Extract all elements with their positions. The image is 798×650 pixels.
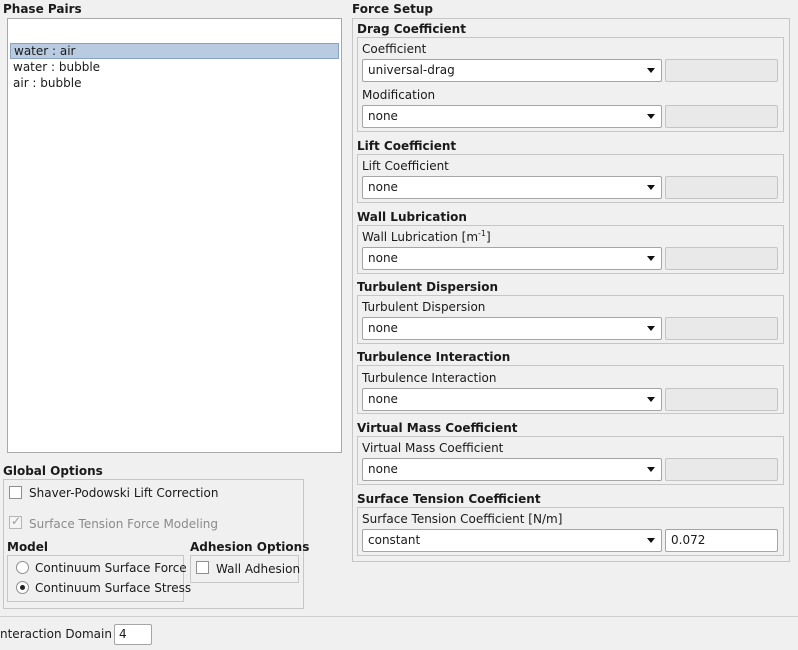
adhesion-options-title: Adhesion Options <box>190 540 310 554</box>
surface-tension-coefficient-title: Surface Tension Coefficient <box>357 492 541 506</box>
modification-value-box <box>665 105 778 128</box>
chevron-down-icon <box>647 185 655 190</box>
surface-tension-modeling-label: Surface Tension Force Modeling <box>29 517 219 531</box>
drag-coefficient-title: Drag Coefficient <box>357 22 466 36</box>
bottom-separator <box>0 616 798 617</box>
drag-coefficient-label: Coefficient <box>362 42 427 56</box>
list-item-water-air[interactable]: water : air <box>10 43 339 59</box>
global-options-title: Global Options <box>3 464 103 478</box>
turbulence-interaction-value: none <box>368 392 398 406</box>
wall-adhesion-checkbox[interactable] <box>196 561 209 574</box>
list-item-air-bubble[interactable]: air : bubble <box>10 75 339 91</box>
virtual-mass-value: none <box>368 462 398 476</box>
model-title: Model <box>7 540 49 554</box>
turbulence-interaction-title: Turbulence Interaction <box>357 350 511 364</box>
turbulence-interaction-dropdown[interactable]: none <box>362 388 662 411</box>
shaver-podowski-label: Shaver-Podowski Lift Correction <box>29 486 219 500</box>
surface-tension-coefficient-label: Surface Tension Coefficient [N/m] <box>362 512 563 526</box>
virtual-mass-label: Virtual Mass Coefficient <box>362 441 504 455</box>
turbulence-interaction-value-box <box>665 388 778 411</box>
radio-continuum-surface-force[interactable] <box>16 561 29 574</box>
wall-adhesion-label: Wall Adhesion <box>216 562 301 576</box>
wall-lubrication-value: none <box>368 251 398 265</box>
turbulent-dispersion-label: Turbulent Dispersion <box>362 300 486 314</box>
interaction-domain-input[interactable]: 4 <box>114 624 152 645</box>
drag-coefficient-value: universal-drag <box>368 63 455 77</box>
surface-tension-modeling-checkbox[interactable]: ✓ <box>9 514 22 529</box>
wall-lubrication-label: Wall Lubrication [m-1] <box>362 229 491 244</box>
chevron-down-icon <box>647 397 655 402</box>
surface-tension-coefficient-dropdown[interactable]: constant <box>362 529 662 552</box>
lift-coefficient-label: Lift Coefficient <box>362 159 449 173</box>
lift-coefficient-dropdown[interactable]: none <box>362 176 662 199</box>
turbulent-dispersion-title: Turbulent Dispersion <box>357 280 499 294</box>
lift-coefficient-value: none <box>368 180 398 194</box>
chevron-down-icon <box>647 467 655 472</box>
turbulent-dispersion-value-box <box>665 317 778 340</box>
turbulent-dispersion-dropdown[interactable]: none <box>362 317 662 340</box>
interaction-domain-label: nteraction Domain ID <box>0 627 129 641</box>
continuum-surface-force-label: Continuum Surface Force <box>35 561 187 575</box>
check-icon: ✓ <box>11 514 22 528</box>
shaver-podowski-checkbox[interactable] <box>9 486 22 499</box>
chevron-down-icon <box>647 538 655 543</box>
radio-continuum-surface-stress[interactable] <box>16 581 29 594</box>
continuum-surface-stress-label: Continuum Surface Stress <box>35 581 192 595</box>
surface-tension-coefficient-value: constant <box>368 533 421 547</box>
force-setup-title: Force Setup <box>352 2 433 16</box>
list-item-water-bubble[interactable]: water : bubble <box>10 59 339 75</box>
chevron-down-icon <box>647 326 655 331</box>
chevron-down-icon <box>647 114 655 119</box>
drag-coefficient-value-box <box>665 59 778 82</box>
phase-pairs-list[interactable]: water : air water : bubble air : bubble <box>7 18 342 453</box>
modification-value: none <box>368 109 398 123</box>
modification-dropdown[interactable]: none <box>362 105 662 128</box>
virtual-mass-value-box <box>665 458 778 481</box>
wall-lubrication-title: Wall Lubrication <box>357 210 467 224</box>
chevron-down-icon <box>647 68 655 73</box>
wall-lubrication-dropdown[interactable]: none <box>362 247 662 270</box>
virtual-mass-title: Virtual Mass Coefficient <box>357 421 518 435</box>
turbulent-dispersion-value: none <box>368 321 398 335</box>
turbulence-interaction-label: Turbulence Interaction <box>362 371 497 385</box>
surface-tension-constant-input[interactable]: 0.072 <box>665 529 778 552</box>
lift-coefficient-value-box <box>665 176 778 199</box>
phase-pairs-title: Phase Pairs <box>3 2 82 16</box>
chevron-down-icon <box>647 256 655 261</box>
wall-lubrication-value-box <box>665 247 778 270</box>
drag-coefficient-dropdown[interactable]: universal-drag <box>362 59 662 82</box>
lift-coefficient-title: Lift Coefficient <box>357 139 457 153</box>
virtual-mass-dropdown[interactable]: none <box>362 458 662 481</box>
radio-selected-dot <box>20 585 25 590</box>
modification-label: Modification <box>362 88 436 102</box>
